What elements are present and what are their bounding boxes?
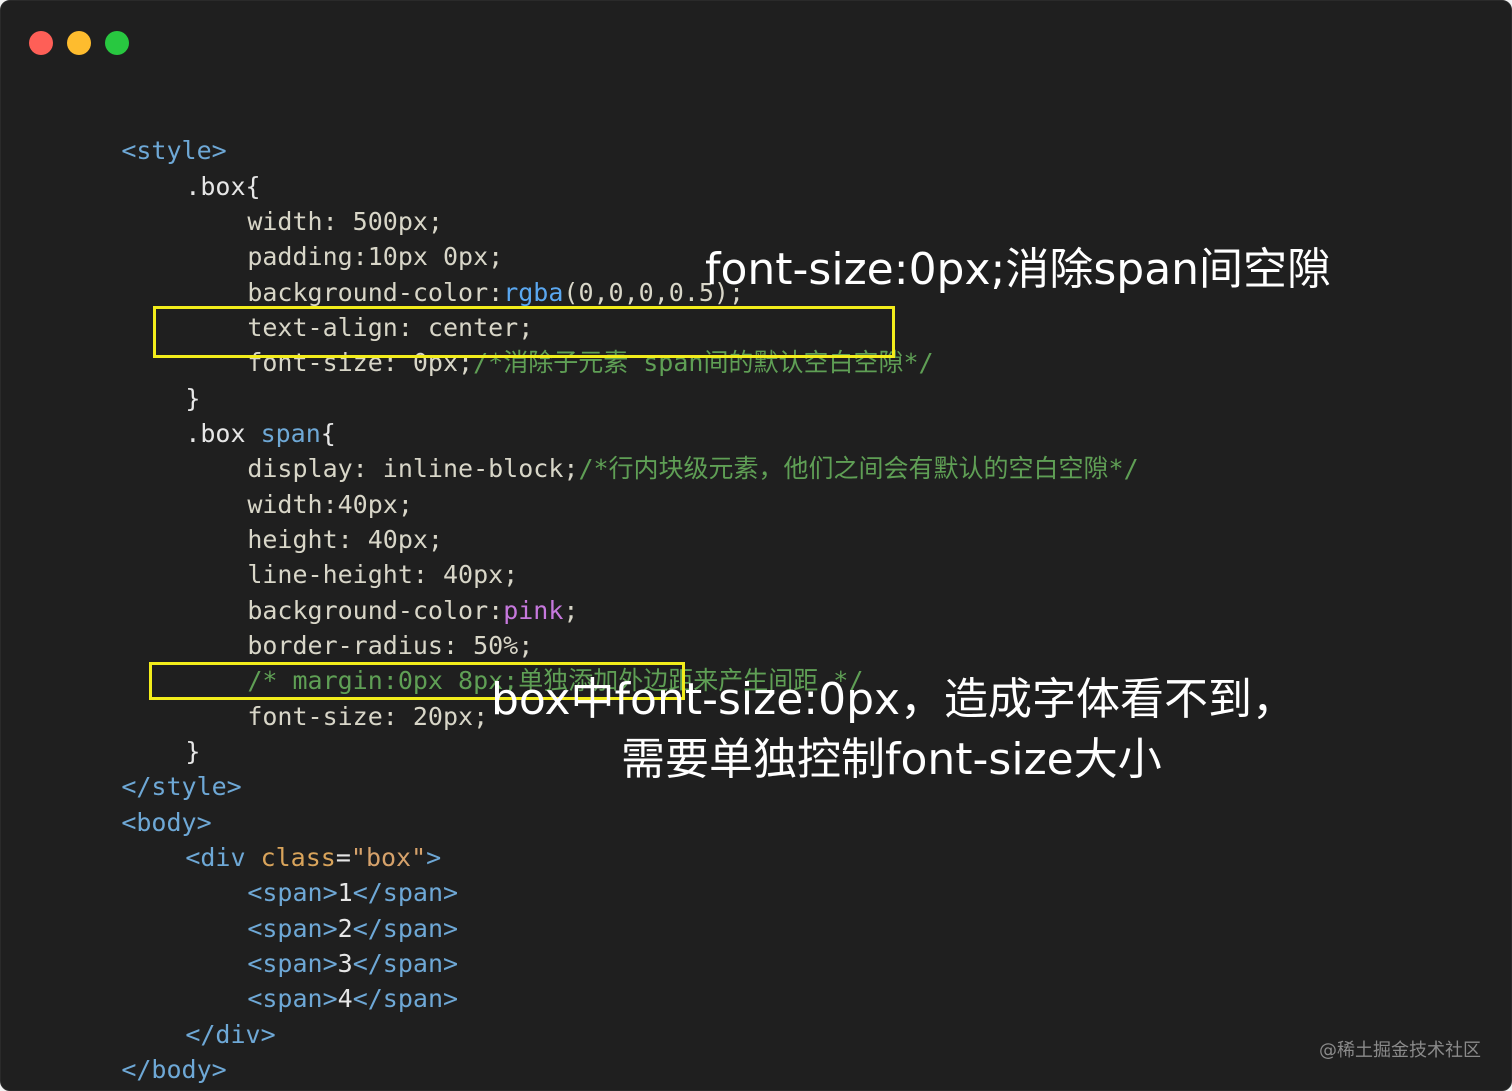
- code-line: <style>: [31, 97, 226, 165]
- code-window: <style> .box{ width: 500px; padding:10px…: [0, 0, 1512, 1091]
- body-close-tag: </body>: [121, 1055, 227, 1084]
- code-line: width:40px;: [157, 451, 413, 519]
- code-line: </style>: [31, 733, 241, 801]
- annotation-bottom-line-1: box中font-size:0px，造成字体看不到，: [491, 674, 1297, 725]
- code-line: <div class="box">: [95, 804, 441, 872]
- code-line: }: [95, 698, 200, 766]
- span-close-tag: </span>: [352, 984, 459, 1013]
- code-line: .box{: [95, 133, 260, 201]
- semicolon: ;: [563, 596, 579, 625]
- code-line: padding:10px 0px;: [157, 203, 503, 271]
- code-line: height: 40px;: [157, 486, 443, 554]
- highlight-box-font-size-zero: [153, 306, 895, 358]
- watermark: @稀土掘金技术社区: [1319, 1040, 1481, 1061]
- code-line: <span>4</span>: [157, 945, 458, 1013]
- comment-inline-block: /*行内块级元素，他们之间会有默认的空白空隙*/: [578, 454, 1139, 483]
- zoom-dot-icon[interactable]: [105, 31, 129, 55]
- annotation-top: font-size:0px;消除span间空隙: [705, 244, 1332, 295]
- code-line: background-color:rgba(0,0,0,0.5);: [157, 239, 744, 307]
- close-dot-icon[interactable]: [29, 31, 53, 55]
- code-line: background-color:pink;: [157, 557, 578, 625]
- code-line: <span>3</span>: [157, 910, 458, 978]
- code-line: <body>: [31, 769, 211, 837]
- code-block: <style> .box{ width: 500px; padding:10px…: [31, 97, 1138, 1084]
- code-line: </body>: [31, 1016, 226, 1084]
- code-line: line-height: 40px;: [157, 521, 518, 589]
- code-line: <span>1</span>: [157, 839, 458, 907]
- annotation-bottom-line-2: 需要单独控制font-size大小: [621, 734, 1162, 785]
- span-text: 4: [337, 984, 353, 1013]
- minimize-dot-icon[interactable]: [67, 31, 91, 55]
- code-line: /* margin:0px 8px;单独添加外边距来产生间距 */: [157, 627, 863, 695]
- window-controls: [29, 31, 129, 55]
- code-line: </div>: [95, 981, 275, 1049]
- prop-font-size-20: font-size: 20px;: [247, 702, 489, 731]
- code-line: <span>2</span>: [157, 875, 458, 943]
- code-line: .box span{: [95, 380, 336, 448]
- code-line: display: inline-block;/*行内块级元素，他们之间会有默认的…: [157, 415, 1138, 483]
- code-line: text-align: center;: [157, 274, 533, 342]
- code-line: border-radius: 50%;: [157, 592, 533, 660]
- code-line: width: 500px;: [157, 168, 443, 236]
